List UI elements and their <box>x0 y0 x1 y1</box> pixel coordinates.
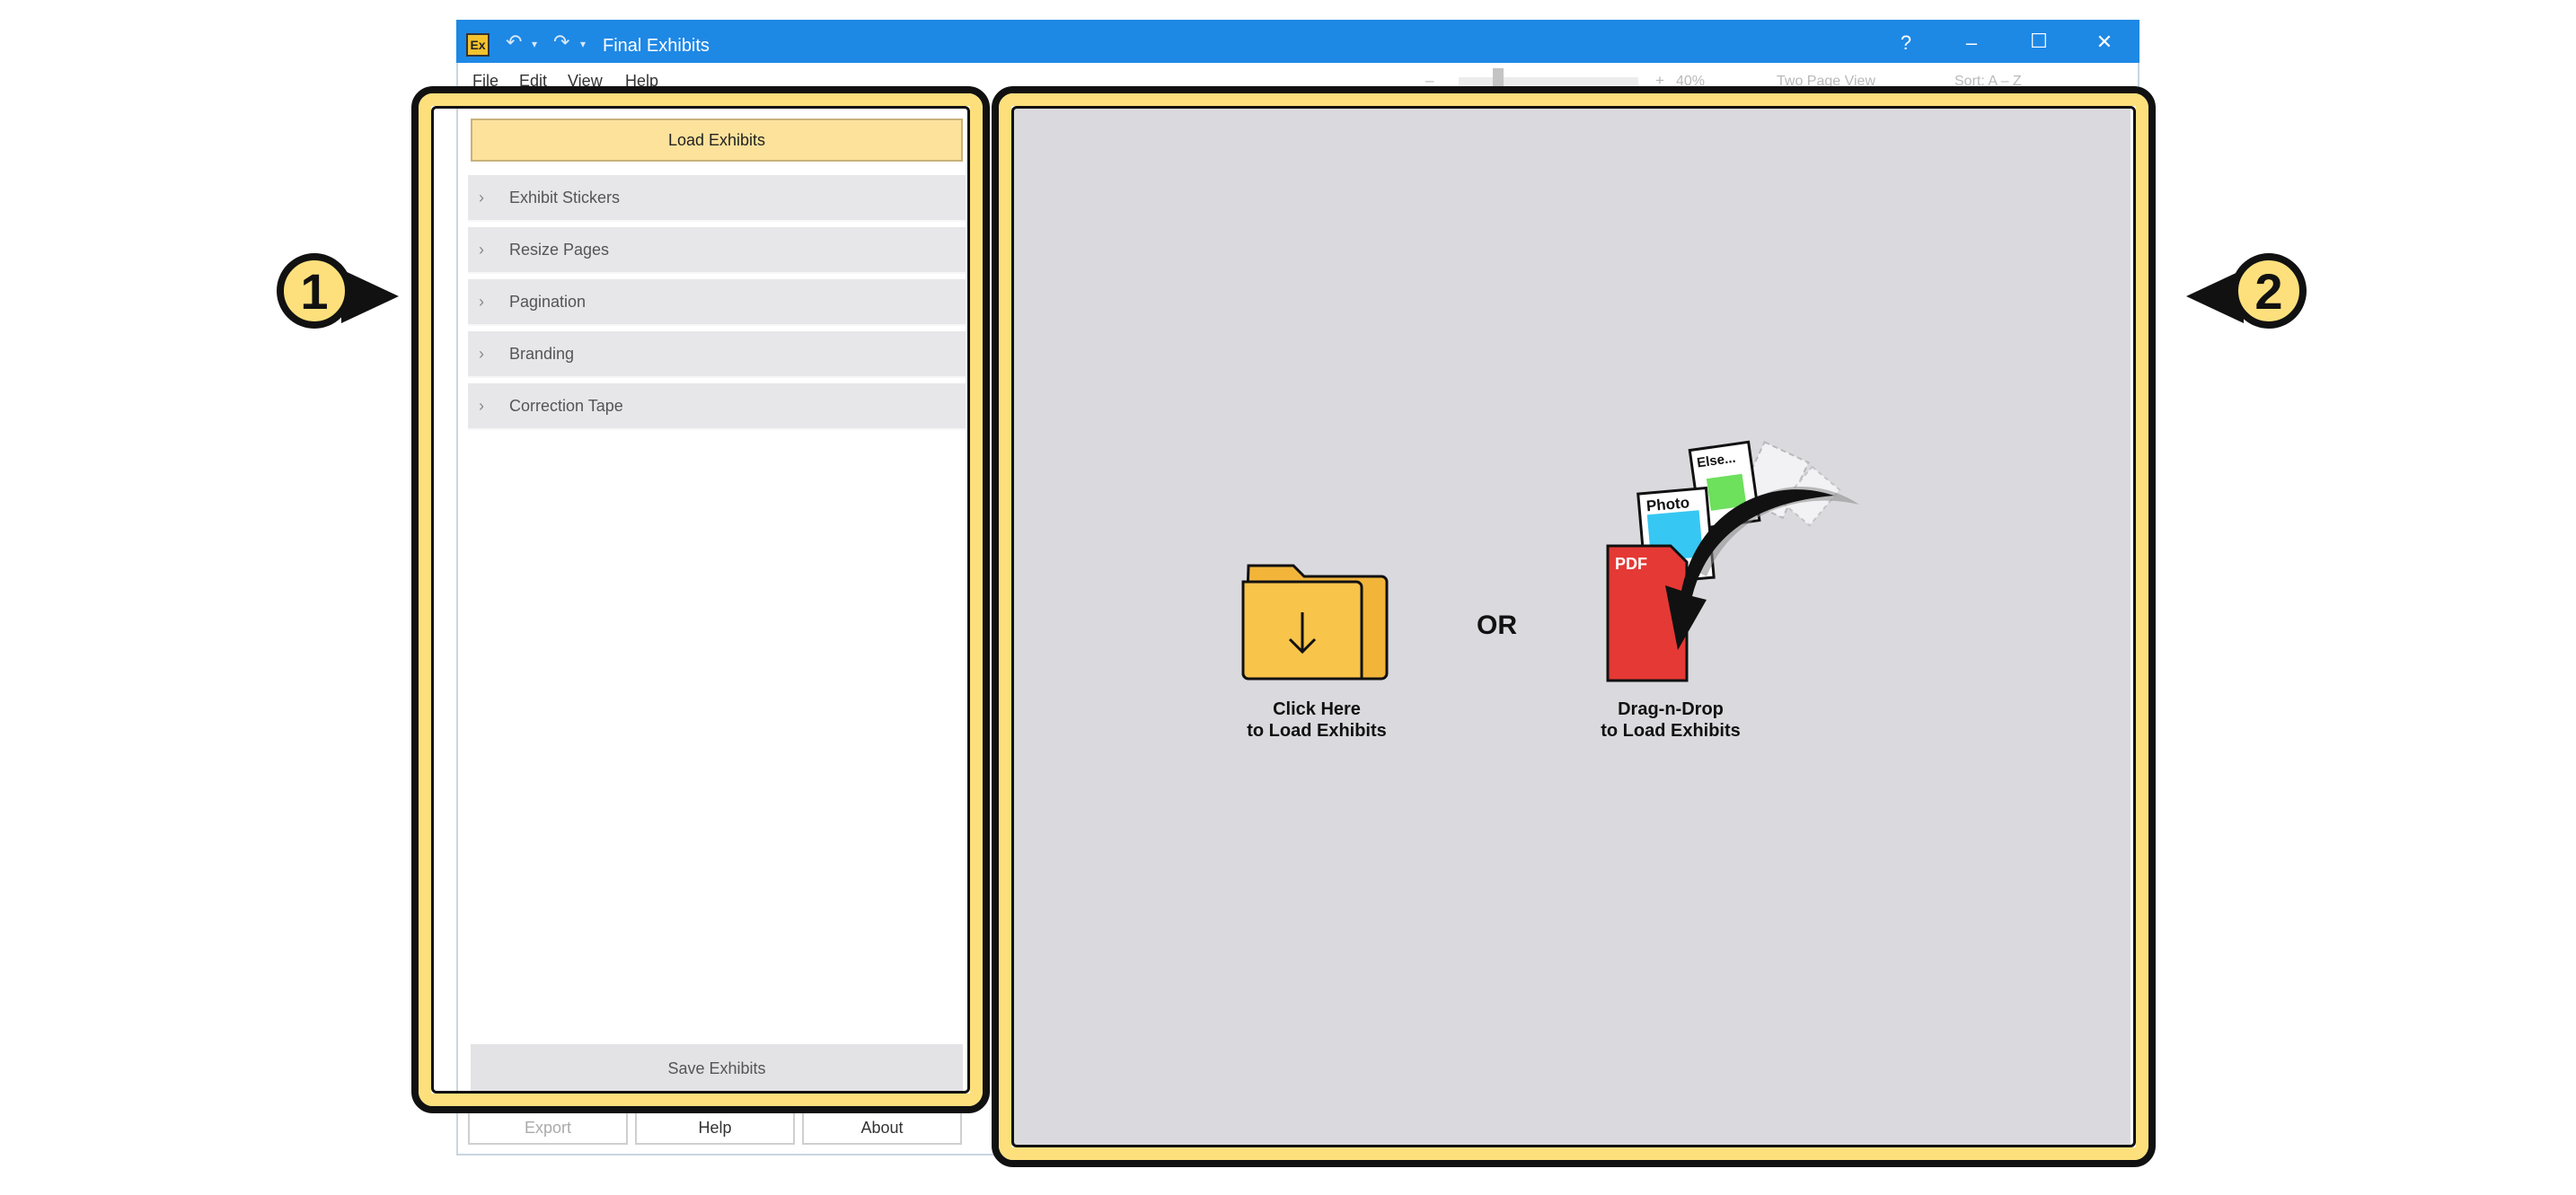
app-logo: Ex <box>466 33 490 57</box>
callout-badge-1: 1 <box>277 253 352 329</box>
zoom-slider-thumb[interactable] <box>1492 68 1504 88</box>
undo-dropdown-icon[interactable]: ▾ <box>532 34 537 54</box>
callout-badge-2: 2 <box>2231 253 2307 329</box>
close-button[interactable]: ✕ <box>2086 31 2122 54</box>
callout-frame-left-panel <box>411 86 990 1113</box>
help-button[interactable]: Help <box>635 1111 795 1145</box>
redo-dropdown-icon[interactable]: ▾ <box>580 34 586 54</box>
maximize-button[interactable]: ☐ <box>2021 30 2057 53</box>
help-icon[interactable]: ? <box>1888 31 1924 55</box>
callout-frame-drop-area <box>992 86 2156 1167</box>
redo-icon[interactable]: ↷ <box>553 32 569 52</box>
zoom-slider[interactable] <box>1459 68 1638 88</box>
export-button[interactable]: Export <box>468 1111 628 1145</box>
about-button[interactable]: About <box>802 1111 962 1145</box>
undo-icon[interactable]: ↶ <box>506 32 522 52</box>
minimize-button[interactable]: – <box>1954 31 1989 55</box>
window-title: Final Exhibits <box>603 36 710 56</box>
